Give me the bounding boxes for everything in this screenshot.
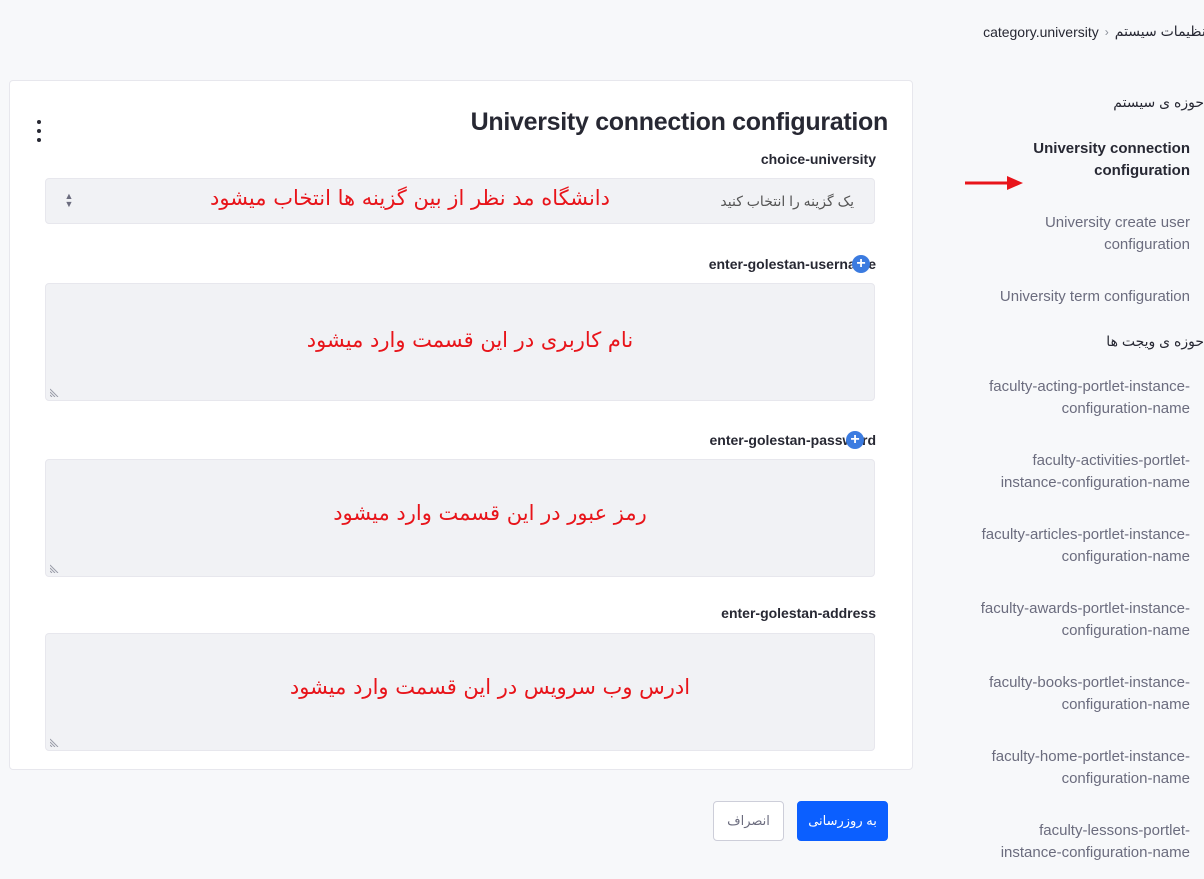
username-annotation: نام کاربری در این قسمت وارد میشود	[306, 328, 634, 352]
kebab-menu-icon[interactable]	[34, 120, 44, 142]
resize-grip-icon	[50, 388, 59, 397]
resize-grip-icon	[50, 564, 59, 573]
select-placeholder: یک گزینه را انتخاب کنید	[720, 193, 854, 209]
sidebar-item-faculty-awards[interactable]: faculty-awards-portlet-instance-configur…	[980, 598, 1190, 642]
username-label: enter-golestan-username	[708, 256, 876, 272]
choice-annotation: دانشگاه مد نظر از بین گزینه ها انتخاب می…	[210, 186, 610, 210]
cancel-button[interactable]: انصراف	[713, 801, 784, 841]
sidebar-item-faculty-lessons[interactable]: faculty-lessons-portlet-instance-configu…	[980, 820, 1190, 864]
page-title: University connection configuration	[470, 108, 889, 136]
breadcrumb-current: category.university	[983, 23, 1099, 40]
plus-icon: +	[852, 255, 870, 273]
sidebar-item-faculty-home[interactable]: faculty-home-portlet-instance-configurat…	[990, 746, 1190, 790]
sidebar-item-faculty-articles[interactable]: faculty-articles-portlet-instance-config…	[980, 524, 1190, 568]
sidebar-item-university-term[interactable]: University term configuration	[940, 286, 1190, 308]
sidebar-item-faculty-acting[interactable]: faculty-acting-portlet-instance-configur…	[980, 376, 1190, 420]
sidebar-item-university-create-user[interactable]: University create user configuration	[1010, 212, 1190, 256]
password-annotation: رمز عبور در این قسمت وارد میشود	[333, 501, 647, 525]
select-arrows-icon: ▲ ▼	[64, 191, 74, 209]
sidebar-category-widgets: حوزه ی ویجت ها	[1106, 333, 1204, 349]
breadcrumb: تنظیمات سیستم ‹ category.university	[900, 23, 1204, 40]
sidebar-item-university-connection[interactable]: University connection configuration	[1010, 138, 1190, 182]
resize-grip-icon	[50, 738, 59, 747]
annotation-arrow-icon	[965, 176, 1023, 190]
sidebar-item-faculty-activities[interactable]: faculty-activities-portlet-instance-conf…	[980, 450, 1190, 494]
sidebar-category-system: حوزه ی سیستم	[1113, 94, 1204, 110]
choice-university-label: choice-university	[760, 151, 876, 167]
sidebar-item-faculty-books[interactable]: faculty-books-portlet-instance-configura…	[980, 672, 1190, 716]
update-button[interactable]: به روزرسانی	[797, 801, 888, 841]
plus-icon: +	[846, 431, 864, 449]
breadcrumb-root[interactable]: تنظیمات سیستم	[1115, 23, 1204, 40]
chevron-left-icon: ‹	[1104, 24, 1109, 39]
address-label: enter-golestan-address	[721, 605, 876, 621]
address-annotation: ادرس وب سرویس در این قسمت وارد میشود	[289, 675, 691, 699]
